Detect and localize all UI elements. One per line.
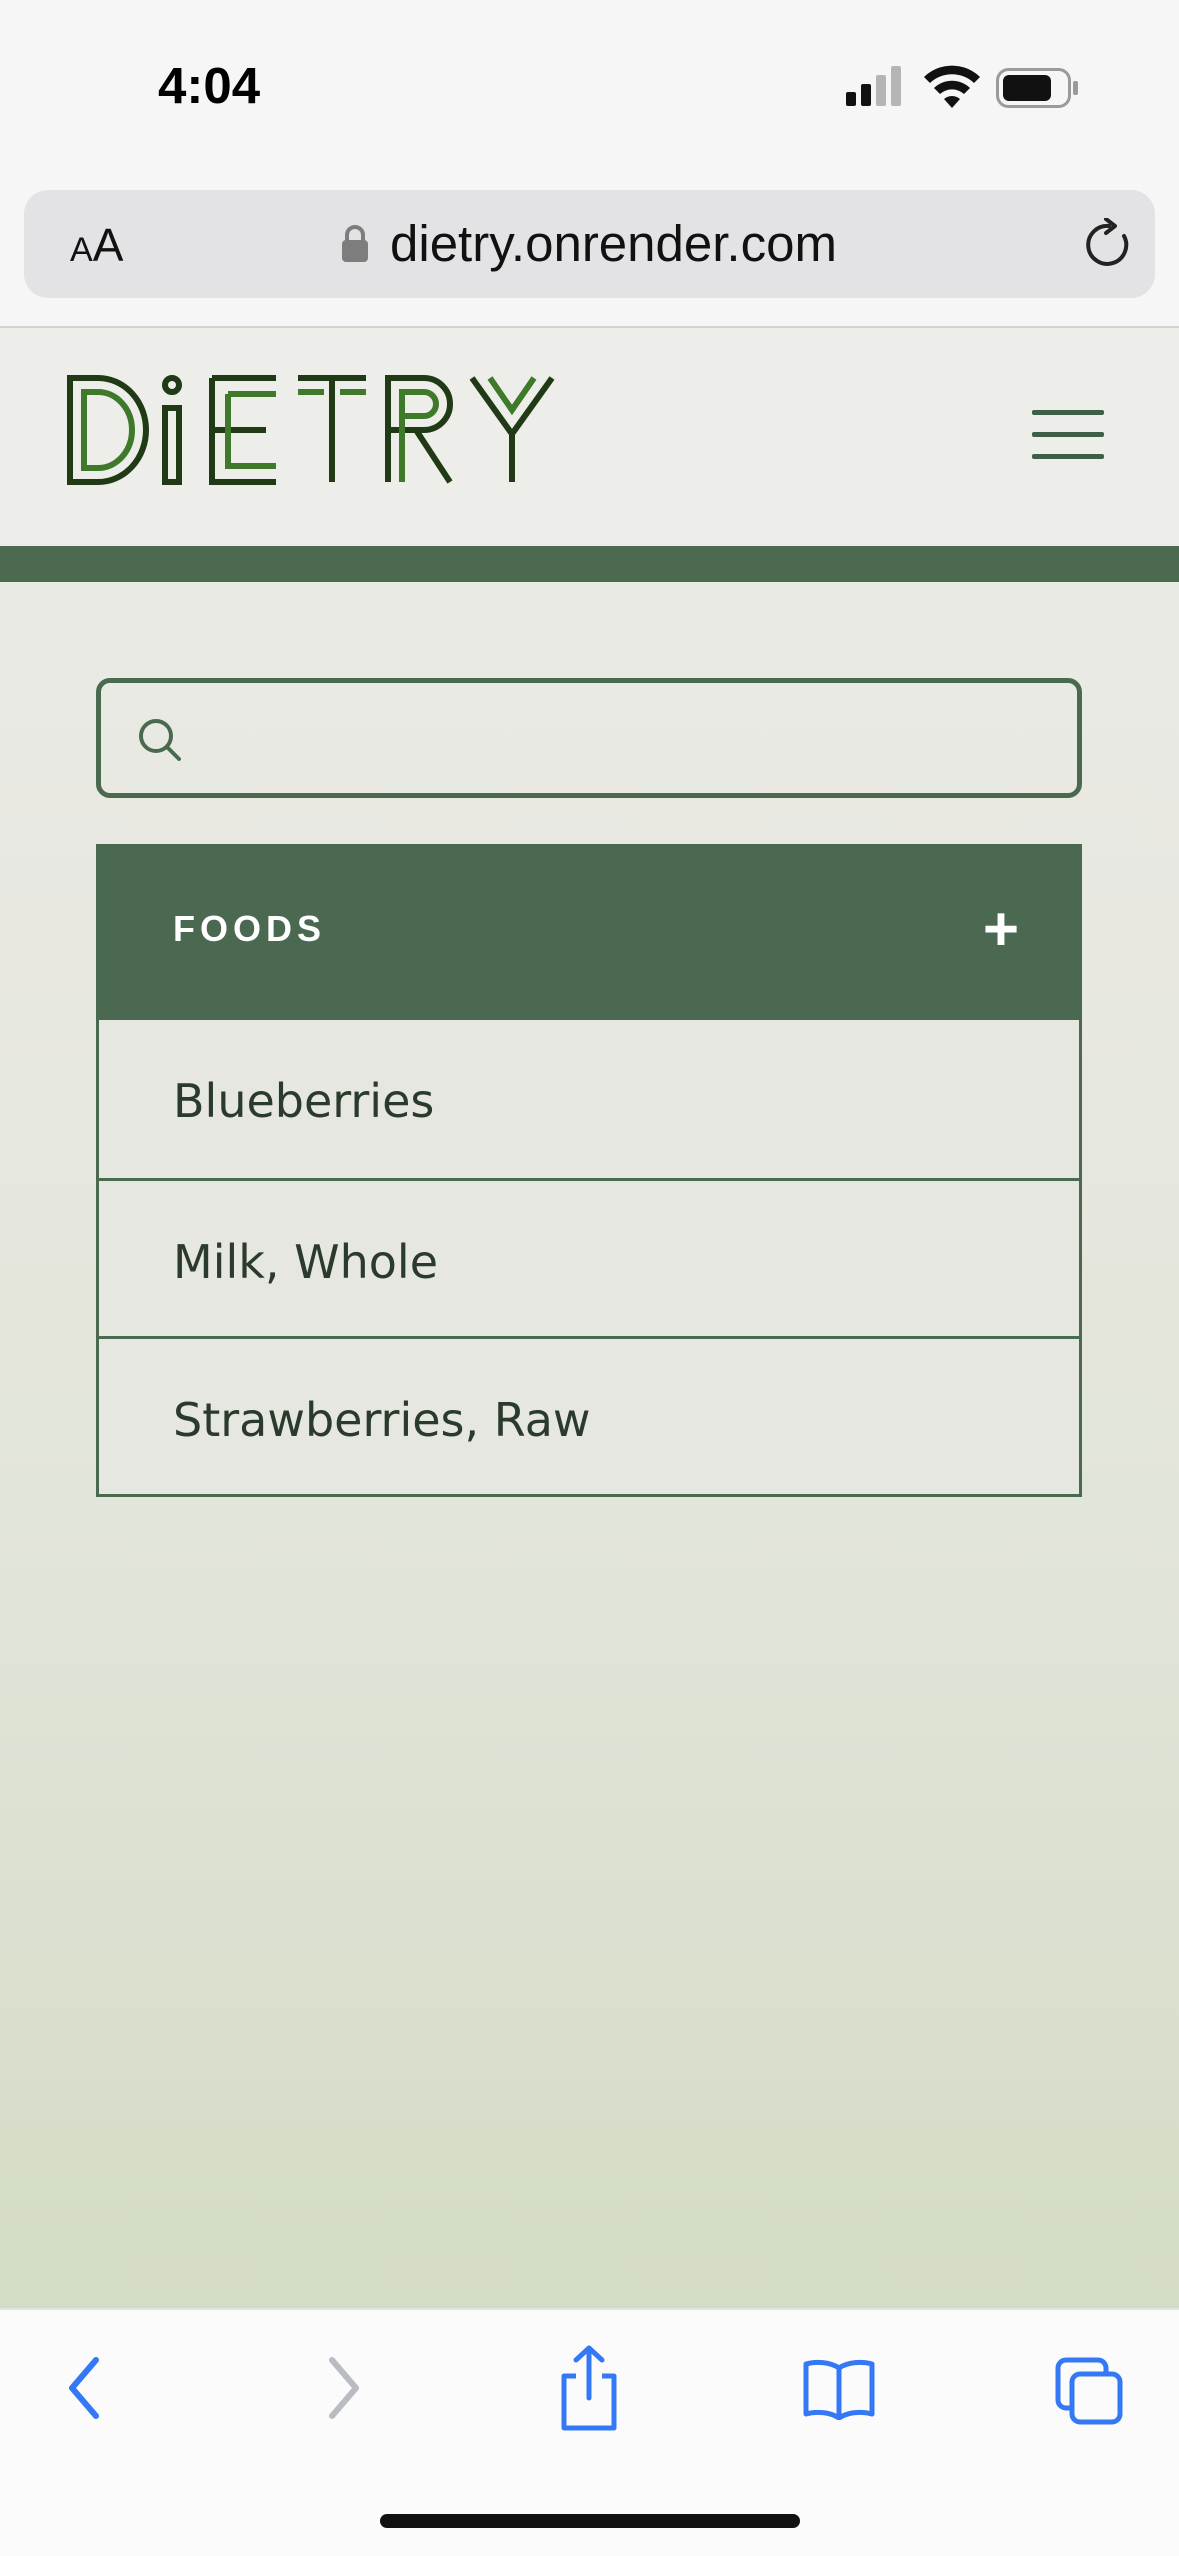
menu-line [1032, 432, 1104, 437]
bookmarks-icon[interactable] [802, 2358, 876, 2420]
web-content: FOODS + Blueberries Milk, Whole Strawber… [0, 328, 1179, 2308]
share-icon[interactable] [556, 2344, 622, 2432]
text-size-button[interactable]: AA [70, 218, 123, 272]
lock-icon [342, 225, 368, 262]
url-text[interactable]: dietry.onrender.com [390, 214, 837, 273]
food-list-item[interactable]: Blueberries [99, 1020, 1079, 1178]
food-item-label: Milk, Whole [173, 1235, 438, 1289]
foods-title: FOODS [173, 908, 327, 949]
tabs-icon[interactable] [1054, 2356, 1124, 2426]
site-header [0, 328, 1179, 546]
address-bar[interactable]: AA dietry.onrender.com [24, 190, 1155, 298]
search-box[interactable] [96, 678, 1082, 798]
header-accent-bar [0, 546, 1179, 582]
dietry-logo[interactable] [66, 372, 556, 488]
home-indicator [380, 2514, 800, 2528]
text-size-large-label: A [92, 219, 124, 271]
reload-icon[interactable] [1084, 218, 1134, 270]
back-icon[interactable] [62, 2352, 110, 2424]
text-size-small-label: A [70, 231, 93, 269]
cellular-signal-icon [846, 66, 901, 106]
search-icon [139, 719, 181, 761]
foods-panel: FOODS + Blueberries Milk, Whole Strawber… [96, 844, 1082, 1497]
status-bar: 4:04 [0, 0, 1179, 176]
search-input[interactable] [201, 703, 1061, 773]
food-item-label: Blueberries [173, 1074, 435, 1128]
food-list-item[interactable]: Milk, Whole [99, 1178, 1079, 1336]
foods-header: FOODS + [99, 844, 1079, 1020]
status-time: 4:04 [158, 57, 261, 114]
food-list-item[interactable]: Strawberries, Raw [99, 1336, 1079, 1494]
battery-icon [996, 68, 1078, 108]
menu-line [1032, 454, 1104, 459]
hamburger-menu-button[interactable] [1032, 410, 1108, 466]
menu-line [1032, 410, 1104, 415]
food-item-label: Strawberries, Raw [173, 1393, 591, 1447]
wifi-icon [924, 65, 980, 108]
forward-icon[interactable] [318, 2352, 366, 2424]
add-food-button[interactable]: + [971, 899, 1031, 962]
food-list: Blueberries Milk, Whole Strawberries, Ra… [99, 1020, 1079, 1494]
